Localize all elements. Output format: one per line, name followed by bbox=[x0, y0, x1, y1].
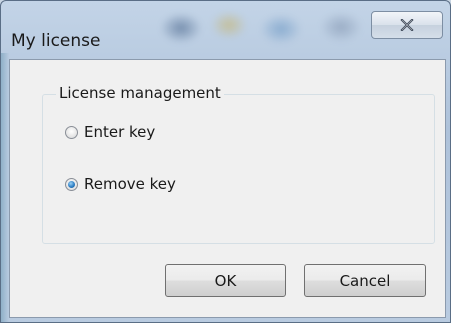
group-title: License management bbox=[56, 84, 224, 102]
enter-key-radio[interactable] bbox=[65, 125, 78, 139]
ok-button[interactable]: OK bbox=[165, 264, 286, 297]
glass-background bbox=[151, 3, 381, 53]
title-bar[interactable]: My license bbox=[1, 1, 450, 53]
window-title: My license bbox=[11, 31, 101, 51]
license-dialog: My license License management Enter key … bbox=[0, 0, 451, 323]
license-management-group: License management Enter key Remove key bbox=[42, 84, 435, 244]
close-button[interactable] bbox=[371, 11, 443, 39]
dialog-body: License management Enter key Remove key … bbox=[9, 59, 446, 318]
close-x-icon bbox=[400, 19, 414, 31]
cancel-button[interactable]: Cancel bbox=[304, 264, 426, 297]
enter-key-option[interactable]: Enter key bbox=[65, 123, 155, 141]
remove-key-option[interactable]: Remove key bbox=[65, 175, 176, 193]
remove-key-label: Remove key bbox=[84, 175, 176, 193]
remove-key-radio[interactable] bbox=[65, 177, 78, 191]
enter-key-label: Enter key bbox=[84, 123, 156, 141]
window-frame-edge bbox=[1, 53, 9, 322]
